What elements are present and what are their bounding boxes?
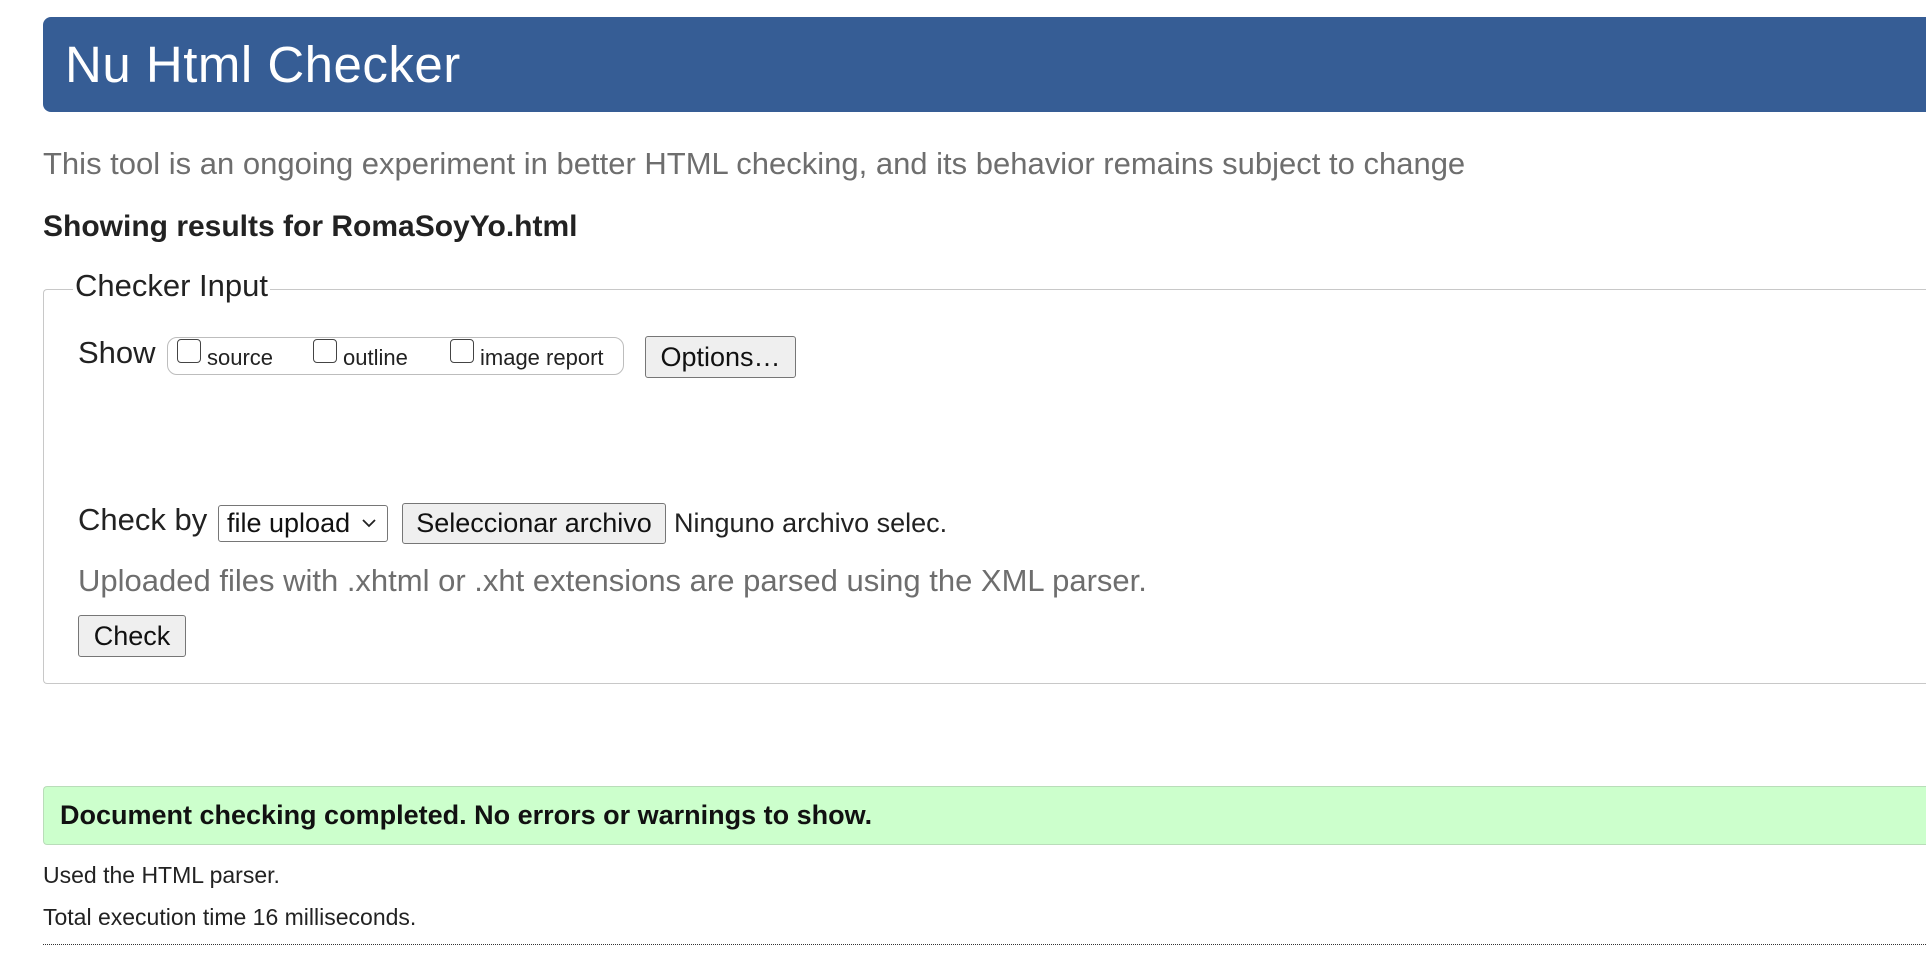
execution-time-note: Total execution time 16 milliseconds. bbox=[43, 904, 417, 930]
divider bbox=[43, 944, 1926, 945]
parser-note: Used the HTML parser. bbox=[43, 862, 280, 888]
xml-parser-note: Uploaded files with .xhtml or .xht exten… bbox=[78, 563, 1147, 598]
page-title: Nu Html Checker bbox=[65, 36, 461, 93]
check-by-select[interactable]: file upload bbox=[218, 505, 388, 542]
image-report-checkbox-label[interactable]: image report bbox=[480, 345, 604, 371]
tagline: This tool is an ongoing experiment in be… bbox=[43, 146, 1466, 181]
page: Nu Html Checker This tool is an ongoing … bbox=[0, 0, 1926, 965]
choose-file-button[interactable]: Seleccionar archivo bbox=[402, 503, 666, 544]
outline-checkbox[interactable] bbox=[313, 339, 337, 363]
image-report-checkbox[interactable] bbox=[450, 339, 474, 363]
show-label: Show bbox=[78, 335, 156, 370]
source-checkbox[interactable] bbox=[177, 339, 201, 363]
chevron-down-icon bbox=[362, 519, 376, 528]
outline-checkbox-label[interactable]: outline bbox=[343, 345, 408, 371]
header-banner: Nu Html Checker bbox=[43, 17, 1926, 112]
results-heading: Showing results for RomaSoyYo.html bbox=[43, 210, 578, 243]
check-button[interactable]: Check bbox=[78, 615, 186, 657]
options-button[interactable]: Options… bbox=[645, 336, 796, 378]
check-by-label: Check by bbox=[78, 502, 208, 537]
file-status-text: Ninguno archivo selec. bbox=[674, 508, 948, 538]
check-by-selected-value: file upload bbox=[227, 508, 351, 538]
success-message: Document checking completed. No errors o… bbox=[43, 786, 1926, 845]
checker-input-legend: Checker Input bbox=[73, 268, 270, 304]
source-checkbox-label[interactable]: source bbox=[207, 345, 273, 371]
